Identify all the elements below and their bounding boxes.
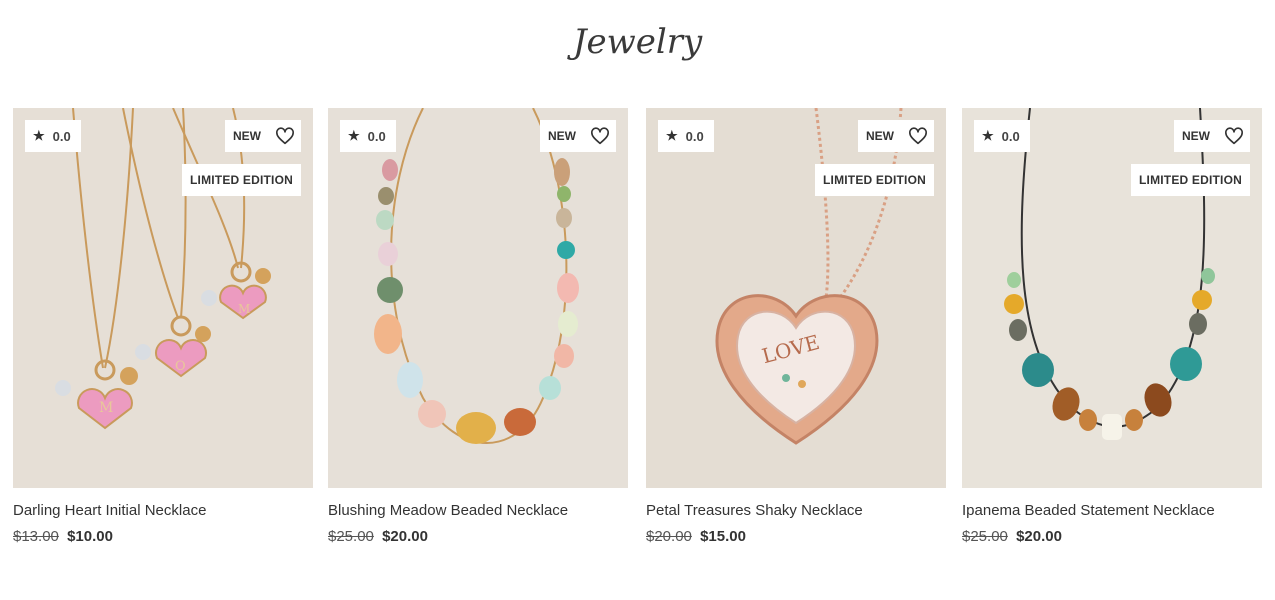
wishlist-button[interactable] (584, 120, 616, 152)
heart-outline-icon (590, 127, 609, 145)
limited-edition-badge: LIMITED EDITION (815, 164, 934, 196)
svg-text:M: M (238, 302, 250, 316)
necklace-image (328, 108, 628, 488)
rating-value: 0.0 (1001, 128, 1020, 144)
star-icon: ★ (33, 128, 45, 143)
limited-edition-badge: LIMITED EDITION (1131, 164, 1250, 196)
star-icon: ★ (666, 128, 678, 143)
wishlist-button[interactable] (902, 120, 934, 152)
original-price: $25.00 (328, 528, 374, 545)
product-image-link[interactable]: LOVE ★ 0.0 NEW LIMITED EDITION (646, 108, 946, 488)
original-price: $13.00 (13, 528, 59, 545)
product-name[interactable]: Ipanema Beaded Statement Necklace (962, 502, 1262, 519)
price-row: $25.00 $20.00 (328, 528, 628, 545)
product-image-link[interactable]: M O M ★ 0.0 NEW LIMITED EDITION (13, 108, 313, 488)
svg-text:O: O (175, 359, 186, 374)
new-badge: NEW (540, 120, 584, 152)
original-price: $25.00 (962, 528, 1008, 545)
rating-badge: ★ 0.0 (340, 120, 396, 152)
product-card[interactable]: LOVE ★ 0.0 NEW LIMITED EDITION Petal Tre… (646, 108, 946, 545)
product-name[interactable]: Darling Heart Initial Necklace (13, 502, 313, 519)
product-image-link[interactable]: ★ 0.0 NEW LIMITED EDITION (962, 108, 1262, 488)
limited-edition-badge: LIMITED EDITION (182, 164, 301, 196)
price-row: $25.00 $20.00 (962, 528, 1262, 545)
product-card[interactable]: M O M ★ 0.0 NEW LIMITED EDITION Darling … (13, 108, 313, 545)
heart-outline-icon (908, 127, 927, 145)
product-card[interactable]: ★ 0.0 NEW Blushing Meadow Beaded Necklac… (328, 108, 628, 545)
rating-badge: ★ 0.0 (658, 120, 714, 152)
product-name[interactable]: Petal Treasures Shaky Necklace (646, 502, 946, 519)
product-card[interactable]: ★ 0.0 NEW LIMITED EDITION Ipanema Beaded… (962, 108, 1262, 545)
rating-badge: ★ 0.0 (974, 120, 1030, 152)
new-badge: NEW (1174, 120, 1218, 152)
wishlist-button[interactable] (269, 120, 301, 152)
star-icon: ★ (982, 128, 994, 143)
sale-price: $15.00 (700, 528, 746, 545)
wishlist-button[interactable] (1218, 120, 1250, 152)
heart-outline-icon (1225, 127, 1243, 145)
product-image-link[interactable]: ★ 0.0 NEW (328, 108, 628, 488)
rating-value: 0.0 (685, 128, 704, 144)
sale-price: $10.00 (67, 528, 113, 545)
new-badge: NEW (225, 120, 269, 152)
section-title: Jewelry (572, 22, 703, 62)
sale-price: $20.00 (382, 528, 428, 545)
product-name[interactable]: Blushing Meadow Beaded Necklace (328, 502, 628, 519)
rating-badge: ★ 0.0 (25, 120, 81, 152)
heart-outline-icon (276, 127, 294, 145)
price-row: $13.00 $10.00 (13, 528, 313, 545)
rating-value: 0.0 (52, 128, 71, 144)
original-price: $20.00 (646, 528, 692, 545)
star-icon: ★ (348, 128, 360, 143)
rating-value: 0.0 (367, 128, 386, 144)
new-badge: NEW (858, 120, 902, 152)
sale-price: $20.00 (1016, 528, 1062, 545)
price-row: $20.00 $15.00 (646, 528, 946, 545)
svg-text:M: M (99, 400, 113, 416)
